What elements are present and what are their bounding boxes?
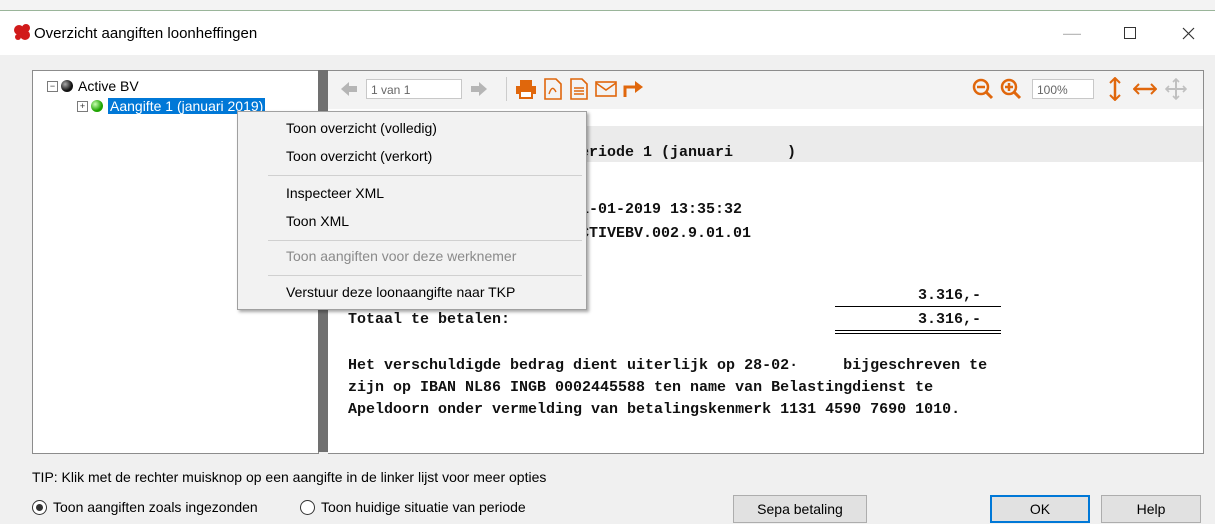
radio-unselected-icon[interactable] (300, 499, 315, 515)
menu-item-toon-volledig[interactable]: Toon overzicht (volledig) (286, 120, 437, 136)
background-menubar-strip (0, 0, 1215, 10)
minimize-icon: — (1063, 22, 1081, 43)
page-number-field[interactable]: 1 van 1 (366, 79, 462, 99)
report-amount-subtotal: 3.316,- (918, 287, 982, 304)
zoom-in-icon (1000, 78, 1022, 100)
menu-item-toon-werknemer: Toon aangiften voor deze werknemer (286, 248, 517, 264)
maximize-icon (1124, 27, 1136, 39)
report-amount-total: 3.316,- (918, 311, 982, 328)
help-button[interactable]: Help (1101, 495, 1201, 523)
move-icon (1165, 78, 1187, 100)
maximize-button[interactable] (1108, 17, 1152, 49)
sepa-betaling-button[interactable]: Sepa betaling (733, 495, 867, 523)
tree-node-company-label: Active BV (78, 78, 139, 94)
toolbar-separator (506, 77, 507, 101)
total-rule-1 (835, 330, 1001, 331)
close-button[interactable] (1166, 17, 1210, 49)
fit-height-icon (1109, 77, 1121, 101)
menu-separator (268, 240, 582, 241)
document-icon (570, 78, 588, 100)
arrow-right-icon (471, 82, 487, 96)
printer-icon (516, 80, 536, 99)
report-totaal-label: Totaal te betalen: (348, 311, 511, 328)
subtotal-rule (835, 306, 1001, 307)
fit-height-button[interactable] (1104, 77, 1126, 101)
status-dot-icon (61, 80, 73, 92)
expand-icon[interactable]: + (77, 100, 88, 112)
share-button[interactable] (622, 77, 646, 101)
radio-ingezonden[interactable]: Toon aangiften zoals ingezonden (32, 499, 258, 515)
total-rule-2 (835, 333, 1001, 334)
zoom-out-button[interactable] (972, 77, 994, 101)
ok-button[interactable]: OK (990, 495, 1090, 523)
app-logo-icon (14, 24, 30, 40)
pan-button[interactable] (1164, 77, 1188, 101)
report-paragraph-line-2: zijn op IBAN NL86 INGB 0002445588 ten na… (348, 379, 934, 396)
fit-width-button[interactable] (1132, 77, 1158, 101)
window-title: Overzicht aangiften loonheffingen (34, 25, 258, 42)
previous-page-button[interactable] (338, 77, 360, 101)
title-bar: Overzicht aangiften loonheffingen — (0, 11, 1215, 55)
report-periode-line: eriode 1 (januari ) (580, 144, 797, 161)
zoom-out-icon (972, 78, 994, 100)
share-icon (623, 81, 643, 97)
zoom-in-button[interactable] (1000, 77, 1022, 101)
menu-separator (268, 175, 582, 176)
close-icon (1182, 27, 1194, 39)
status-ok-icon (91, 100, 103, 112)
radio-huidige-situatie-label: Toon huidige situatie van periode (321, 499, 526, 515)
tree-node-company[interactable]: − Active BV (47, 77, 139, 95)
menu-item-toon-xml[interactable]: Toon XML (286, 213, 349, 229)
report-paragraph-line-3: Apeldoorn onder vermelding van betalings… (348, 401, 961, 418)
email-button[interactable] (594, 77, 618, 101)
report-kenmerk-line: CTIVEBV.002.9.01.01 (580, 225, 752, 242)
next-page-button[interactable] (468, 77, 490, 101)
menu-item-toon-verkort[interactable]: Toon overzicht (verkort) (286, 148, 432, 164)
report-datum-line: 1-01-2019 13:35:32 (580, 201, 743, 218)
dialog-window: Overzicht aangiften loonheffingen — − Ac… (0, 10, 1215, 524)
minimize-button[interactable]: — (1050, 17, 1094, 49)
export-pdf-button[interactable] (542, 77, 564, 101)
report-toolbar: 1 van 1 100% (328, 71, 1203, 109)
radio-ingezonden-label: Toon aangiften zoals ingezonden (53, 499, 258, 515)
arrow-left-icon (341, 82, 357, 96)
radio-huidige-situatie[interactable]: Toon huidige situatie van periode (300, 499, 526, 515)
print-button[interactable] (514, 77, 538, 101)
radio-selected-icon[interactable] (32, 499, 47, 515)
pdf-icon (544, 78, 562, 100)
menu-item-verstuur-tkp[interactable]: Verstuur deze loonaangifte naar TKP (286, 284, 515, 300)
context-menu: Toon overzicht (volledig) Toon overzicht… (237, 111, 587, 310)
zoom-level-field[interactable]: 100% (1032, 79, 1094, 99)
export-document-button[interactable] (568, 77, 590, 101)
report-paragraph-line-1: Het verschuldigde bedrag dient uiterlijk… (348, 357, 988, 374)
menu-separator (268, 275, 582, 276)
collapse-icon[interactable]: − (47, 80, 58, 92)
mail-icon (595, 81, 617, 97)
tip-text: TIP: Klik met de rechter muisknop op een… (32, 469, 547, 485)
menu-item-inspecteer-xml[interactable]: Inspecteer XML (286, 185, 384, 201)
fit-width-icon (1133, 83, 1157, 95)
